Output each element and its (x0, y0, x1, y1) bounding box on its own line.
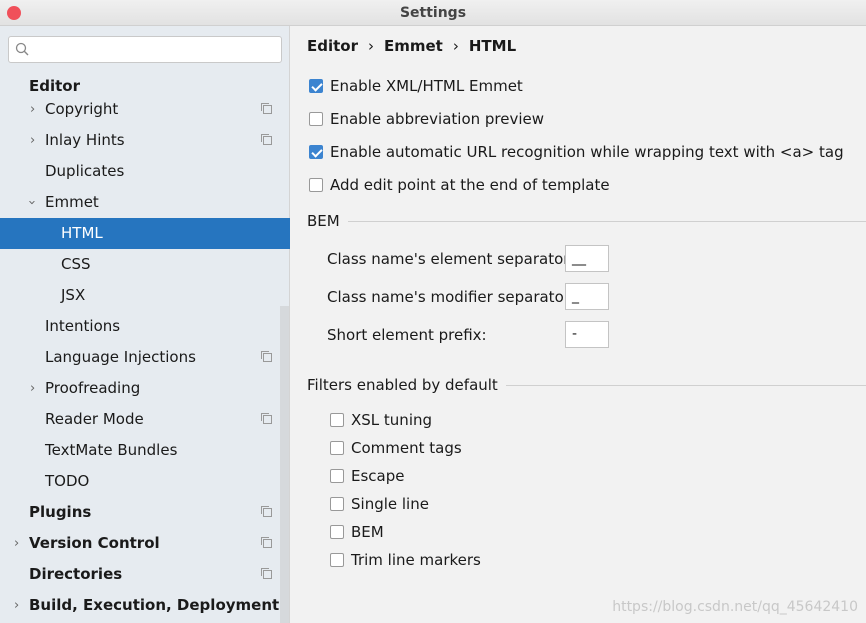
project-scope-icon (261, 568, 272, 579)
sidebar-scrollbar[interactable] (280, 306, 289, 623)
modifier-separator-input[interactable]: _ (565, 283, 609, 310)
sidebar-item-reader-mode[interactable]: Reader Mode (0, 404, 290, 435)
sidebar-item-language-injections[interactable]: Language Injections (0, 342, 290, 373)
sidebar-item-proofreading[interactable]: › Proofreading (0, 373, 290, 404)
filter-xsl-checkbox[interactable]: XSL tuning (330, 411, 432, 429)
sidebar-item-textmate-bundles[interactable]: TextMate Bundles (0, 435, 290, 466)
project-scope-icon (261, 506, 272, 517)
project-scope-icon (261, 537, 272, 548)
checkbox-unchecked[interactable] (330, 553, 344, 567)
abbreviation-preview-checkbox[interactable]: Enable abbreviation preview (309, 110, 544, 128)
chevron-right-icon[interactable]: › (14, 528, 19, 559)
divider (505, 384, 866, 386)
url-recognition-checkbox[interactable]: Enable automatic URL recognition while w… (309, 143, 844, 161)
breadcrumb: Editor › Emmet › HTML (307, 37, 516, 55)
checkbox-unchecked[interactable] (330, 413, 344, 427)
checkbox-label: Single line (351, 495, 429, 513)
enable-emmet-checkbox[interactable]: Enable XML/HTML Emmet (309, 77, 523, 95)
checkbox-label: BEM (351, 523, 384, 541)
checkbox-label: Enable automatic URL recognition while w… (330, 143, 844, 161)
element-separator-input[interactable]: __ (565, 245, 609, 272)
window-title: Settings (399, 5, 467, 21)
chevron-right-icon[interactable]: › (30, 125, 35, 156)
sidebar-item-build[interactable]: › Build, Execution, Deployment (0, 590, 290, 621)
close-button[interactable] (7, 6, 21, 20)
checkbox-checked[interactable] (309, 79, 323, 93)
filter-trim-checkbox[interactable]: Trim line markers (330, 551, 481, 569)
chevron-right-icon[interactable]: › (14, 590, 19, 621)
element-separator-label: Class name's element separator: (327, 250, 575, 268)
checkbox-unchecked[interactable] (309, 112, 323, 126)
sidebar-item-todo[interactable]: TODO (0, 466, 290, 497)
checkbox-label: Escape (351, 467, 405, 485)
project-scope-icon (261, 103, 272, 114)
bem-section: BEM (307, 212, 866, 230)
sidebar: Editor › Copyright › Inlay Hints Duplicate… (0, 26, 290, 623)
project-scope-icon (261, 351, 272, 362)
title-bar: Settings (0, 0, 866, 26)
checkbox-unchecked[interactable] (330, 469, 344, 483)
checkbox-label: Trim line markers (351, 551, 481, 569)
checkbox-label: Add edit point at the end of template (330, 176, 610, 194)
edit-point-checkbox[interactable]: Add edit point at the end of template (309, 176, 610, 194)
checkbox-unchecked[interactable] (330, 441, 344, 455)
checkbox-label: Enable XML/HTML Emmet (330, 77, 523, 95)
breadcrumb-separator-icon: › (368, 37, 374, 55)
short-prefix-label: Short element prefix: (327, 326, 487, 344)
section-title: BEM (307, 212, 340, 230)
settings-panel: Editor › Emmet › HTML Enable XML/HTML Emmet … (291, 26, 866, 623)
search-input[interactable] (8, 36, 282, 63)
sidebar-item-intentions[interactable]: Intentions (0, 311, 290, 342)
breadcrumb-html: HTML (468, 37, 517, 55)
watermark: https://blog.csdn.net/qq_45642410 (612, 599, 858, 615)
project-scope-icon (261, 134, 272, 145)
breadcrumb-separator-icon: › (452, 37, 459, 55)
sidebar-item-plugins[interactable]: Plugins (0, 497, 290, 528)
filters-section: Filters enabled by default (307, 376, 866, 394)
filter-escape-checkbox[interactable]: Escape (330, 467, 404, 485)
chevron-right-icon[interactable]: › (30, 94, 35, 125)
section-title: Filters enabled by default (307, 376, 498, 394)
short-prefix-input[interactable]: - (565, 321, 609, 348)
breadcrumb-editor[interactable]: Editor (307, 37, 358, 55)
chevron-right-icon[interactable]: › (30, 373, 35, 404)
divider (347, 220, 866, 222)
breadcrumb-emmet[interactable]: Emmet (384, 37, 443, 55)
checkbox-label: XSL tuning (351, 411, 433, 429)
chevron-down-icon[interactable]: › (16, 200, 47, 205)
sidebar-item-html[interactable]: HTML (0, 218, 290, 249)
filter-bem-checkbox[interactable]: BEM (330, 523, 384, 541)
sidebar-item-inlay-hints[interactable]: › Inlay Hints (0, 125, 290, 156)
filter-comment-checkbox[interactable]: Comment tags (330, 439, 462, 457)
filter-single-line-checkbox[interactable]: Single line (330, 495, 429, 513)
modifier-separator-label: Class name's modifier separator: (327, 288, 575, 306)
sidebar-item-jsx[interactable]: JSX (0, 280, 290, 311)
checkbox-unchecked[interactable] (330, 525, 344, 539)
sidebar-item-emmet[interactable]: › Emmet (0, 187, 290, 218)
sidebar-item-css[interactable]: CSS (0, 249, 290, 280)
sidebar-item-version-control[interactable]: › Version Control (0, 528, 290, 559)
checkbox-label: Comment tags (351, 439, 462, 457)
project-scope-icon (261, 413, 272, 424)
checkbox-checked[interactable] (309, 145, 323, 159)
sidebar-item-directories[interactable]: Directories (0, 559, 290, 590)
checkbox-label: Enable abbreviation preview (330, 110, 545, 128)
sidebar-item-duplicates[interactable]: Duplicates (0, 156, 290, 187)
checkbox-unchecked[interactable] (309, 178, 323, 192)
search-icon (15, 42, 29, 56)
checkbox-unchecked[interactable] (330, 497, 344, 511)
sidebar-item-copyright[interactable]: › Copyright (0, 94, 290, 125)
